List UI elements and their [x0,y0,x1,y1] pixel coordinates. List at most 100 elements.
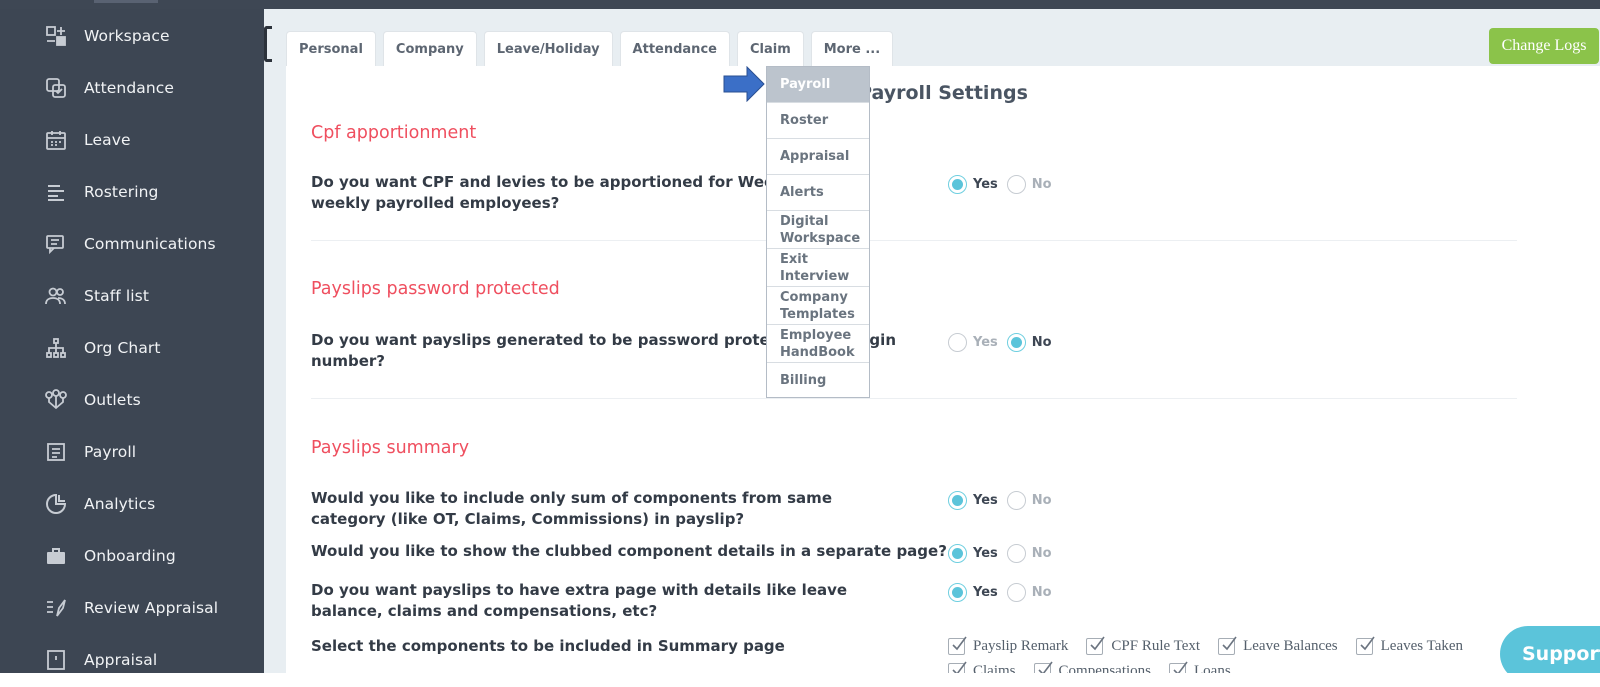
sidebar-item-label: Onboarding [84,547,176,565]
question-select-components: Select the components to be included in … [311,637,785,655]
menu-item-employee-handbook[interactable]: Employee HandBook [767,325,869,363]
change-logs-button[interactable]: Change Logs [1489,28,1599,64]
sidebar-item-label: Workspace [84,27,170,45]
sidebar-item-label: Leave [84,131,131,149]
sidebar-item-label: Communications [84,235,216,253]
top-bar-tab [94,0,158,3]
menu-item-billing[interactable]: Billing [767,363,869,397]
menu-item-roster[interactable]: Roster [767,103,869,139]
checkbox-claims[interactable]: Claims [948,661,1016,673]
menu-item-company-templates[interactable]: Company Templates [767,287,869,325]
checkbox-label: Payslip Remark [973,638,1069,654]
radio-yes[interactable] [948,583,967,602]
radio-no[interactable] [1006,333,1026,352]
sidebar-item-workspace[interactable]: Workspace [0,14,264,58]
checkbox-check-icon [1086,636,1106,655]
sidebar-item-staff-list[interactable]: Staff list [0,274,264,318]
menu-item-appraisal[interactable]: Appraisal [767,139,869,175]
menu-item-digital-workspace[interactable]: Digital Workspace [767,211,869,249]
sidebar-item-org-chart[interactable]: Org Chart [0,326,264,370]
section-title-summary: Payslips summary [311,438,470,458]
checkbox-check-icon [1355,636,1375,655]
sidebar-item-label: Analytics [84,495,156,513]
radio-yes-label: Yes [973,546,998,561]
menu-item-exit-interview[interactable]: Exit Interview [767,249,869,287]
checkbox-leave-balances[interactable]: Leave Balances [1218,636,1338,655]
sidebar-item-label: Payroll [84,443,137,461]
checkbox-label: Claims [973,663,1016,673]
payroll-icon [42,438,70,466]
chat-icon [42,230,70,258]
radio-no[interactable] [1006,175,1026,194]
radio-no-label: No [1031,335,1052,350]
tab-company[interactable]: Company [382,31,477,66]
checkbox-check-icon [948,636,967,655]
tab-claim[interactable]: Claim [736,31,804,66]
rostering-icon [42,178,70,206]
sidebar-item-attendance[interactable]: Attendance [0,66,264,110]
radio-yes-label: Yes [973,493,998,508]
checkbox-label: Loans [1194,663,1231,673]
checkbox-payslip-remark[interactable]: Payslip Remark [948,636,1069,655]
radio-group-clubbed-details: Yes No [948,544,1061,563]
radio-group-sum-components: Yes No [948,491,1061,510]
sidebar-item-communications[interactable]: Communications [0,222,264,266]
tab-more[interactable]: More ... [810,31,894,66]
question-extra-page: Do you want payslips to have extra page … [311,581,848,620]
sidebar-item-rostering[interactable]: Rostering [0,170,264,214]
summary-components-checkboxes-row2: Claims Compensations Loans [948,661,1249,673]
sidebar-item-appraisal[interactable]: Appraisal [0,638,264,673]
checkbox-label: Compensations [1058,663,1152,673]
outlets-icon [42,386,70,414]
review-icon [42,594,70,622]
radio-no[interactable] [1006,544,1026,563]
radio-yes[interactable] [948,491,967,510]
staff-icon [42,282,70,310]
analytics-icon [42,490,70,518]
pointer-arrow-icon [723,66,765,102]
top-bar [0,0,1600,9]
attendance-icon [42,74,70,102]
checkbox-label: Leaves Taken [1380,638,1464,654]
checkbox-leaves-taken[interactable]: Leaves Taken [1355,636,1464,655]
radio-yes[interactable] [948,175,967,194]
sidebar-item-payroll[interactable]: Payroll [0,430,264,474]
checkbox-cpf-rule-text[interactable]: CPF Rule Text [1086,636,1200,655]
calendar-icon [42,126,70,154]
sidebar-item-label: Attendance [84,79,175,97]
sidebar: Workspace Attendance Leave Rostering Com… [0,9,264,673]
sidebar-item-outlets[interactable]: Outlets [0,378,264,422]
tab-leave-holiday[interactable]: Leave/Holiday [483,31,613,66]
sidebar-item-leave[interactable]: Leave [0,118,264,162]
sidebar-item-onboarding[interactable]: Onboarding [0,534,264,578]
page-title: Payroll Settings [858,82,1028,104]
app-window: Workspace Attendance Leave Rostering Com… [0,0,1600,673]
support-button[interactable]: Support [1500,626,1600,673]
sidebar-item-label: Review Appraisal [84,599,219,617]
radio-yes-label: Yes [973,177,998,192]
sidebar-item-label: Staff list [84,287,150,305]
workspace-icon [42,22,70,50]
sidebar-item-analytics[interactable]: Analytics [0,482,264,526]
radio-no[interactable] [1006,583,1026,602]
radio-yes[interactable] [948,333,967,352]
checkbox-compensations[interactable]: Compensations [1033,661,1152,673]
menu-item-alerts[interactable]: Alerts [767,175,869,211]
tab-personal[interactable]: Personal [286,31,376,66]
radio-group-password-protect: Yes No [948,333,1061,352]
radio-yes[interactable] [948,544,967,563]
sidebar-item-label: Org Chart [84,339,161,357]
sidebar-item-review-appraisal[interactable]: Review Appraisal [0,586,264,630]
question-sum-components: Would you like to include only sum of co… [311,489,832,528]
sidebar-item-label: Appraisal [84,651,158,669]
radio-yes-label: Yes [973,335,998,350]
radio-no[interactable] [1006,491,1026,510]
tab-attendance[interactable]: Attendance [619,31,730,66]
menu-item-payroll[interactable]: Payroll [767,67,869,103]
checkbox-check-icon [1218,636,1237,655]
sidebar-collapse-handle[interactable] [264,26,272,62]
checkbox-check-icon [1033,661,1053,673]
checkbox-loans[interactable]: Loans [1169,661,1231,673]
payroll-settings-panel: Payroll Settings Cpf apportionment Do yo… [286,66,1600,673]
more-dropdown-menu: Payroll Roster Appraisal Alerts Digital … [766,66,870,398]
